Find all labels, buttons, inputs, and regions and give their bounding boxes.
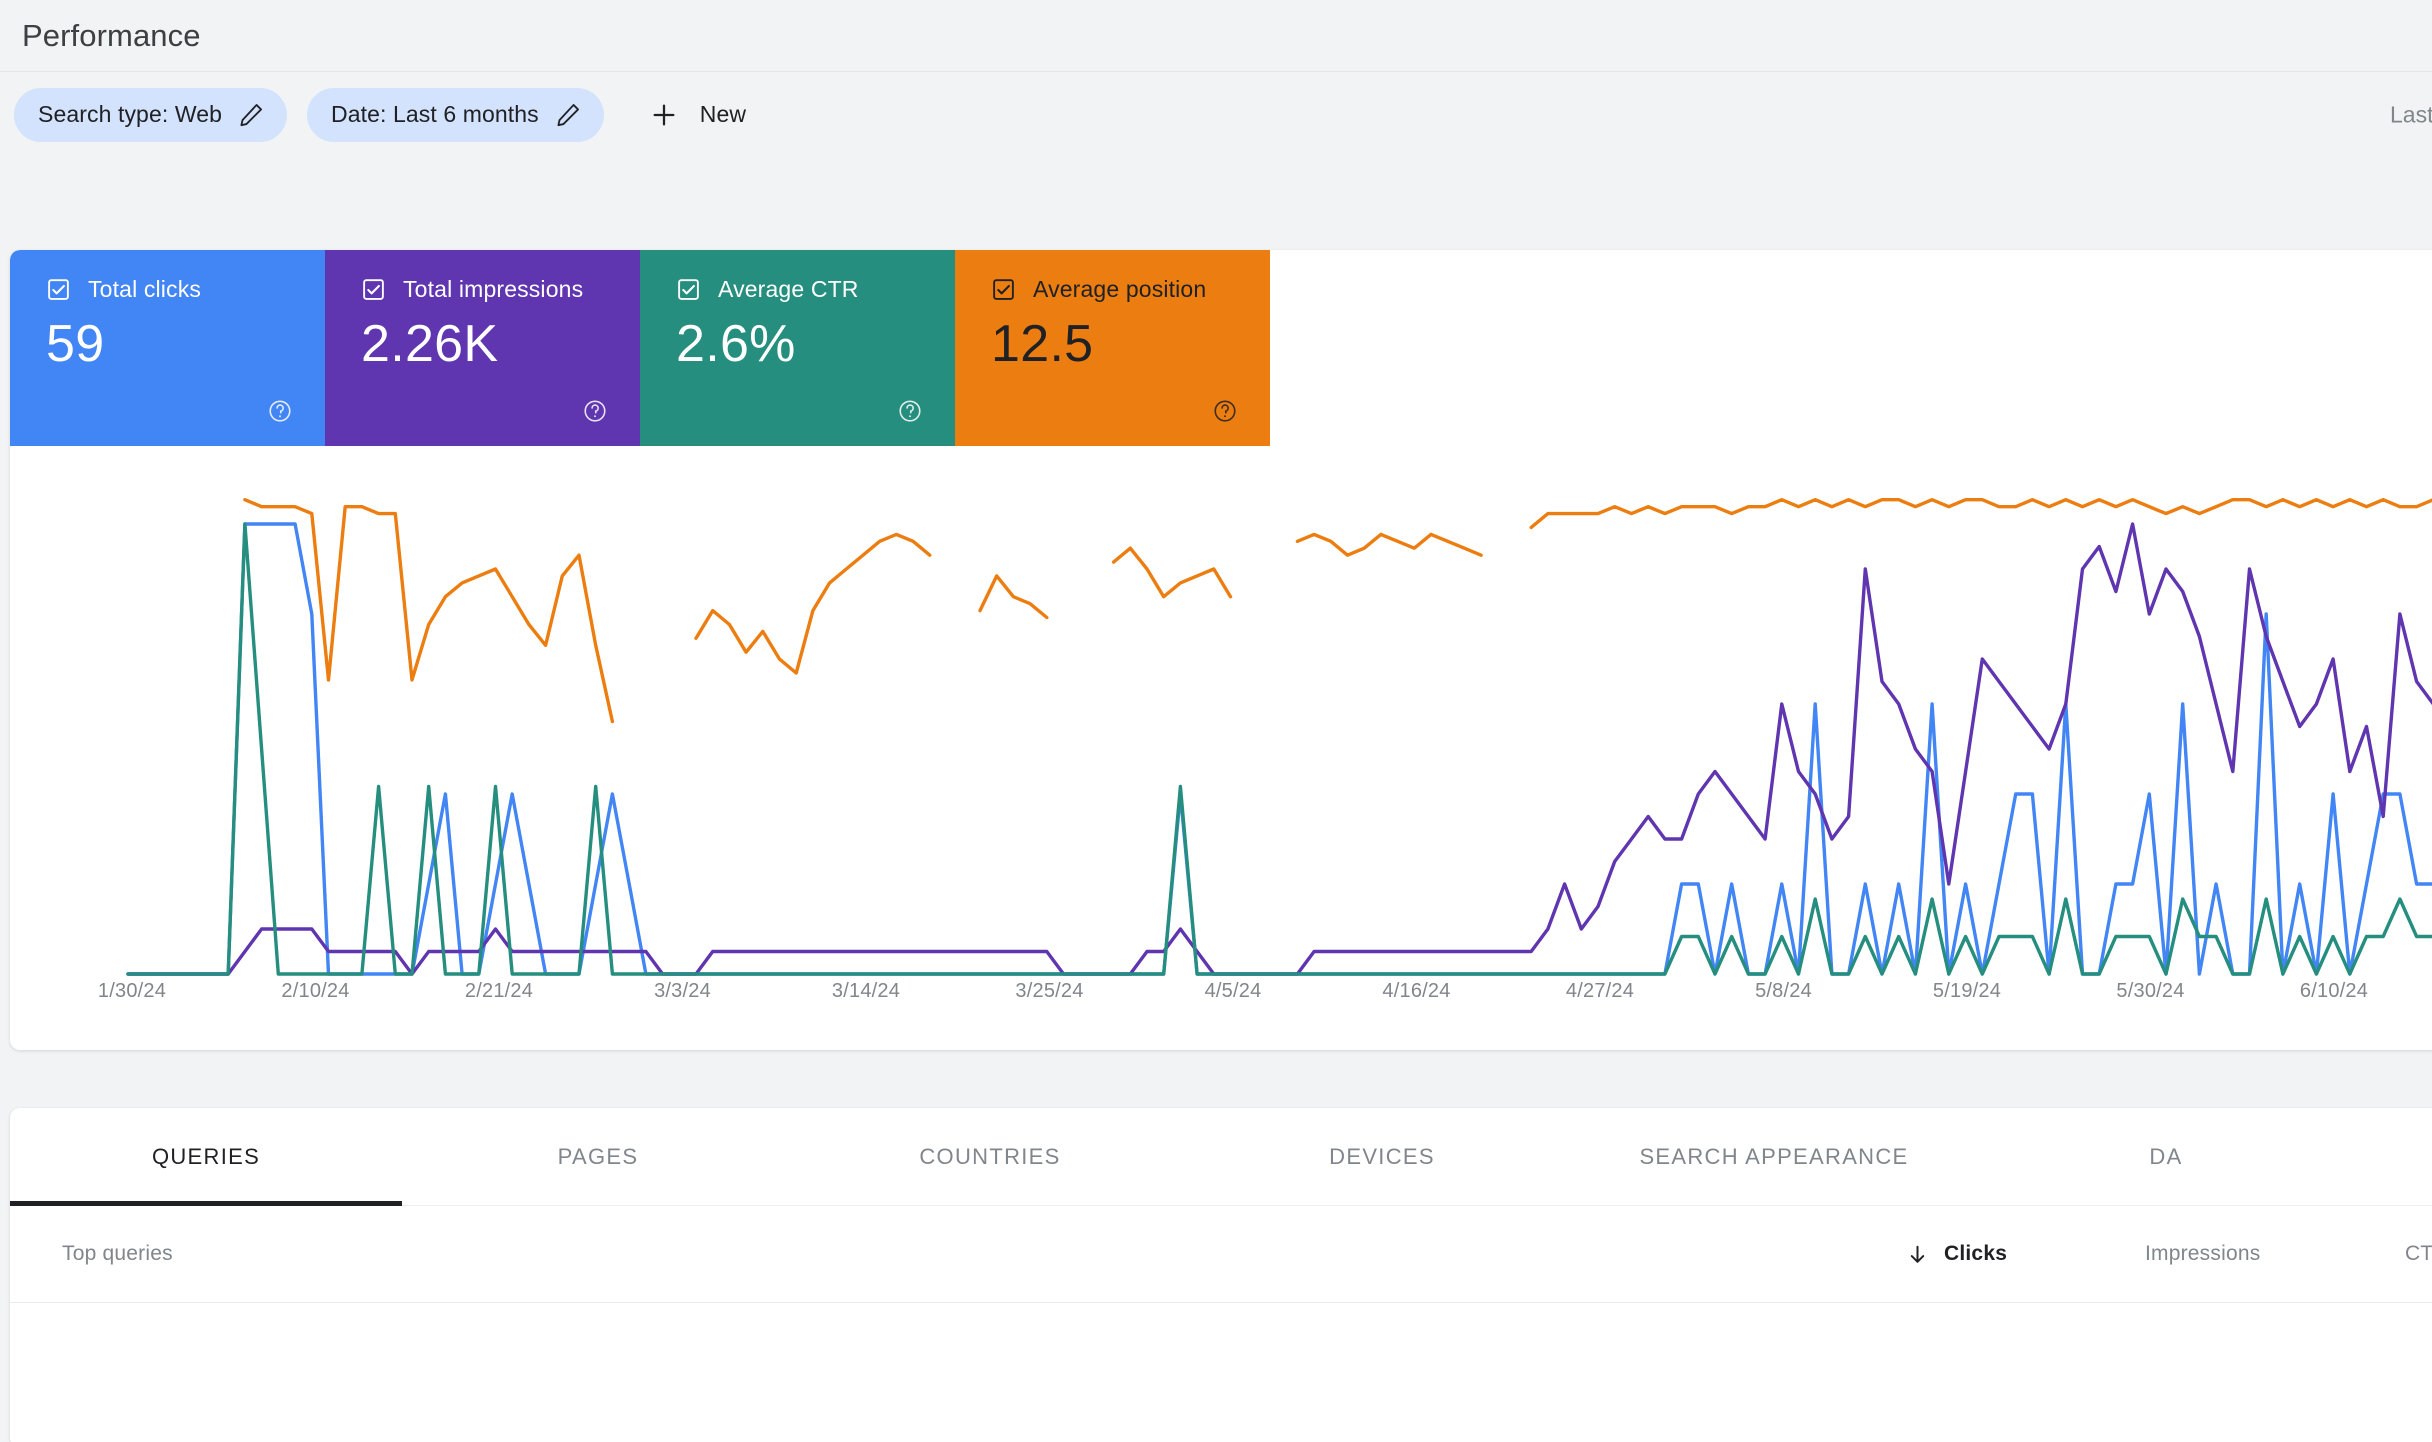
metric-value: 12.5 [991, 315, 1094, 373]
column-header-label: Impressions [2145, 1242, 2261, 1265]
x-axis-tick-label: 3/3/24 [654, 980, 711, 1002]
dimension-table-card: Queries Pages Countries Devices Search appea… [10, 1108, 2432, 1442]
x-axis-tick-label: 4/16/24 [1382, 980, 1451, 1002]
column-header-label: CTR [2405, 1242, 2432, 1265]
filter-chip-date[interactable]: Date: Last 6 months [307, 87, 604, 142]
metric-label: Total impressions [403, 276, 584, 302]
x-axis-tick-label: 4/27/24 [1565, 980, 1635, 1002]
metric-value: 59 [46, 315, 105, 373]
last-updated-text: Last [2390, 101, 2432, 127]
chart-line-total-clicks [126, 522, 2432, 976]
chart-line-average-ctr [126, 522, 2432, 976]
chart-x-axis: 1/30/24 2/10/24 2/21/24 3/3/24 3/14/24 3/25/2… [10, 980, 2432, 1020]
checkbox-checked-icon[interactable] [46, 277, 71, 302]
x-axis-tick-label: 2/10/24 [281, 980, 350, 1002]
metric-card-average-ctr[interactable]: Average CTR 2.6% [640, 250, 955, 446]
filter-chip-search-type[interactable]: Search type: Web [14, 87, 287, 142]
x-axis-tick-label: 3/25/24 [1015, 980, 1084, 1002]
help-icon[interactable] [897, 398, 923, 424]
add-new-filter-button[interactable]: New [630, 88, 764, 142]
pencil-icon[interactable] [555, 101, 582, 128]
x-axis-tick-label: 2/21/24 [464, 980, 534, 1002]
column-header-top-queries[interactable]: Top queries [62, 1242, 173, 1266]
metric-label: Total clicks [88, 276, 201, 302]
arrow-down-icon [1905, 1242, 1930, 1267]
table-header-row: Top queries Clicks Impressions CTR [10, 1206, 2432, 1303]
tab-search-appearance[interactable]: Search appearance [1578, 1108, 1970, 1206]
checkbox-checked-icon[interactable] [676, 277, 701, 302]
metric-card-total-clicks[interactable]: Total clicks 59 [10, 250, 325, 446]
chart-line-average-position [243, 498, 2432, 724]
metric-label: Average CTR [718, 276, 859, 302]
column-header-clicks[interactable]: Clicks [1905, 1242, 2007, 1267]
checkbox-checked-icon[interactable] [361, 277, 386, 302]
metric-value: 2.26K [361, 315, 499, 373]
chart-line-total-impressions [126, 522, 2432, 976]
tab-queries[interactable]: Queries [10, 1108, 402, 1206]
performance-line-chart [126, 498, 2432, 976]
dimension-tabs: Queries Pages Countries Devices Search appea… [10, 1108, 2432, 1206]
page-header: Performance [0, 0, 2432, 72]
x-axis-tick-label: 5/8/24 [1755, 980, 1812, 1002]
page-title: Performance [22, 17, 201, 53]
x-axis-tick-label: 6/10/24 [2299, 980, 2369, 1002]
plus-icon [648, 99, 680, 131]
help-icon[interactable] [582, 398, 608, 424]
tab-da[interactable]: Da [1970, 1108, 2362, 1206]
checkbox-checked-icon[interactable] [991, 277, 1016, 302]
column-header-ctr[interactable]: CTR [2405, 1242, 2432, 1266]
metric-card-total-impressions[interactable]: Total impressions 2.26K [325, 250, 640, 446]
x-axis-tick-label: 5/19/24 [1932, 980, 2002, 1002]
x-axis-tick-label: 3/14/24 [831, 980, 901, 1002]
metric-value: 2.6% [676, 315, 796, 373]
pencil-icon[interactable] [238, 101, 265, 128]
performance-page: Performance Search type: Web Date: Last … [0, 0, 2432, 1442]
tab-devices[interactable]: Devices [1186, 1108, 1578, 1206]
filter-chip-date-label: Date: Last 6 months [331, 101, 539, 127]
column-header-label: Clicks [1944, 1242, 2008, 1265]
x-axis-tick-label: 5/30/24 [2116, 980, 2185, 1002]
tab-pages[interactable]: Pages [402, 1108, 794, 1206]
metric-card-average-position[interactable]: Average position 12.5 [955, 250, 1270, 446]
chart-plot-area: 1/30/24 2/10/24 2/21/24 3/3/24 3/14/24 3/25/2… [10, 446, 2432, 1050]
metric-cards: Total clicks 59 Total impressions 2.26K Aver… [10, 250, 1270, 446]
filter-chip-search-type-label: Search type: Web [38, 101, 222, 127]
tab-countries[interactable]: Countries [794, 1108, 1186, 1206]
add-new-filter-label: New [699, 101, 747, 127]
column-header-impressions[interactable]: Impressions [2145, 1242, 2260, 1266]
help-icon[interactable] [267, 398, 293, 424]
help-icon[interactable] [1212, 398, 1238, 424]
table-row [10, 1303, 2432, 1383]
performance-chart-card: Total clicks 59 Total impressions 2.26K Aver… [10, 250, 2432, 1050]
metric-label: Average position [1033, 276, 1207, 302]
filter-bar: Search type: Web Date: Last 6 months New… [0, 72, 2432, 157]
x-axis-tick-label: 4/5/24 [1204, 980, 1262, 1002]
x-axis-tick-label: 1/30/24 [97, 980, 167, 1002]
